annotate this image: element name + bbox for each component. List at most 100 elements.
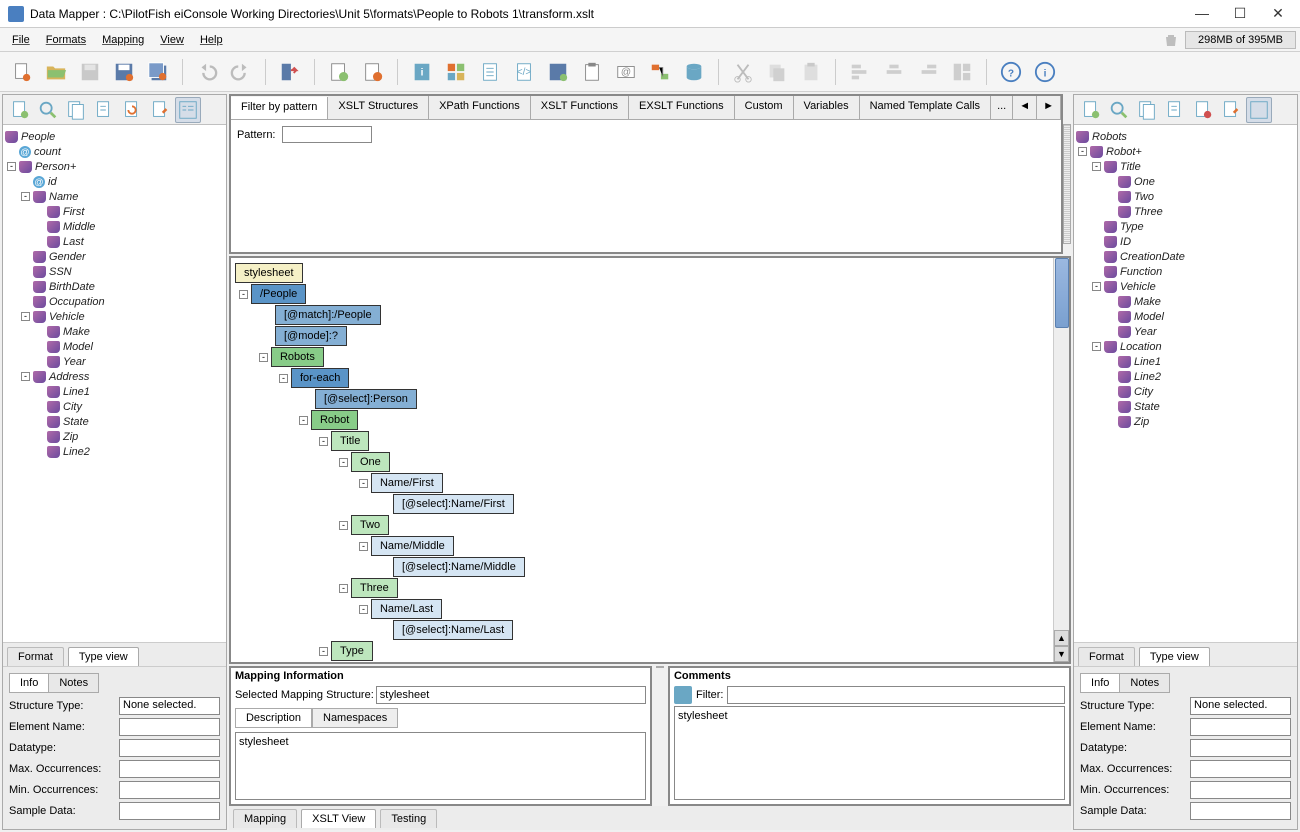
config-target-button[interactable] — [1162, 97, 1188, 123]
xslt-view-tab[interactable]: XSLT View — [301, 809, 376, 828]
menu-view[interactable]: View — [152, 31, 192, 49]
tab-scroll-right[interactable]: ► — [1037, 96, 1061, 119]
xslt-tree[interactable]: stylesheet -/People [@match]:/People [@m… — [231, 258, 1053, 662]
tree-node[interactable]: Zip — [63, 431, 78, 443]
tab-custom[interactable]: Custom — [735, 96, 794, 119]
tree-node[interactable]: Function — [1120, 266, 1162, 278]
tree-node[interactable]: Make — [63, 326, 90, 338]
xslt-robot[interactable]: Robot — [311, 410, 358, 430]
target-tree[interactable]: Robots -Robot+ -Title One Two Three Type… — [1074, 125, 1297, 642]
copy-target-button[interactable] — [1134, 97, 1160, 123]
filter-input[interactable] — [727, 686, 1065, 704]
tree-node[interactable]: Middle — [63, 221, 95, 233]
save-output-button[interactable] — [544, 58, 572, 86]
xslt-scrollbar[interactable]: ▲ ▼ — [1053, 258, 1069, 662]
xslt-sel-middle[interactable]: [@select]:Name/Middle — [393, 557, 525, 577]
maximize-button[interactable]: ☐ — [1230, 5, 1250, 22]
saveas-button[interactable] — [110, 58, 138, 86]
xslt-match[interactable]: [@match]:/People — [275, 305, 381, 325]
tree-view-target-button[interactable] — [1246, 97, 1272, 123]
close-button[interactable]: ✕ — [1268, 5, 1288, 22]
typeview-tab-r[interactable]: Type view — [1139, 647, 1210, 666]
info-button[interactable]: i — [408, 58, 436, 86]
format-tab[interactable]: Format — [7, 647, 64, 666]
mapinfo-drag-handle[interactable] — [656, 666, 664, 668]
menu-mapping[interactable]: Mapping — [94, 31, 152, 49]
tree-node[interactable]: BirthDate — [49, 281, 95, 293]
validate-target-button[interactable] — [1190, 97, 1216, 123]
align-left-button[interactable] — [846, 58, 874, 86]
edit-source-button[interactable] — [147, 97, 173, 123]
tree-node[interactable]: Model — [1134, 311, 1164, 323]
save-button[interactable] — [76, 58, 104, 86]
tree-node[interactable]: Line1 — [63, 386, 90, 398]
xslt-sel-first[interactable]: [@select]:Name/First — [393, 494, 514, 514]
xslt-people[interactable]: /People — [251, 284, 306, 304]
scroll-up-button[interactable]: ▲ — [1054, 630, 1069, 646]
description-tab[interactable]: Description — [235, 708, 312, 728]
sel-struct-input[interactable] — [376, 686, 646, 704]
flow-button[interactable] — [646, 58, 674, 86]
exit-button[interactable] — [276, 58, 304, 86]
tree-node[interactable]: One — [1134, 176, 1155, 188]
mapping-view-tab[interactable]: Mapping — [233, 809, 297, 828]
trash-icon[interactable] — [1163, 32, 1179, 48]
tab-exslt-functions[interactable]: EXSLT Functions — [629, 96, 735, 119]
palette-drag-handle[interactable] — [1063, 124, 1071, 244]
xslt-title[interactable]: Title — [331, 431, 369, 451]
xslt-type[interactable]: Type — [331, 641, 373, 661]
align-center-button[interactable] — [880, 58, 908, 86]
xslt-name-last[interactable]: Name/Last — [371, 599, 442, 619]
tree-node[interactable]: Robot+ — [1106, 146, 1142, 158]
tree-node[interactable]: ID — [1120, 236, 1131, 248]
minimize-button[interactable]: — — [1192, 5, 1212, 22]
comments-area[interactable]: stylesheet — [674, 706, 1065, 800]
xslt-sel-person[interactable]: [@select]:Person — [315, 389, 417, 409]
add-source-button[interactable] — [7, 97, 33, 123]
tree-node[interactable]: SSN — [49, 266, 72, 278]
cut-button[interactable] — [729, 58, 757, 86]
redo-button[interactable] — [227, 58, 255, 86]
email-button[interactable]: @ — [612, 58, 640, 86]
paste-button[interactable] — [797, 58, 825, 86]
typeview-tab[interactable]: Type view — [68, 647, 139, 666]
xslt-mode[interactable]: [@mode]:? — [275, 326, 347, 346]
help-button[interactable]: ? — [997, 58, 1025, 86]
tree-node[interactable]: State — [1134, 401, 1160, 413]
tree-node[interactable]: Person+ — [35, 161, 76, 173]
tab-more[interactable]: ... — [991, 96, 1013, 119]
info-tab-r[interactable]: Info — [1080, 673, 1120, 693]
xslt-stylesheet[interactable]: stylesheet — [235, 263, 303, 283]
clipboard-button[interactable] — [578, 58, 606, 86]
tree-node[interactable]: Line2 — [1134, 371, 1161, 383]
validate-button[interactable] — [325, 58, 353, 86]
tree-node[interactable]: State — [63, 416, 89, 428]
tree-node[interactable]: Address — [49, 371, 89, 383]
description-area[interactable]: stylesheet — [235, 732, 646, 800]
menu-help[interactable]: Help — [192, 31, 231, 49]
tree-node[interactable]: City — [63, 401, 82, 413]
scroll-down-button[interactable]: ▼ — [1054, 646, 1069, 662]
tree-node[interactable]: Vehicle — [1120, 281, 1156, 293]
tree-node[interactable]: Model — [63, 341, 93, 353]
tree-node[interactable]: Year — [1134, 326, 1157, 338]
database-button[interactable] — [680, 58, 708, 86]
xslt-sel-last[interactable]: [@select]:Name/Last — [393, 620, 513, 640]
search-source-button[interactable] — [35, 97, 61, 123]
notes-tab[interactable]: Notes — [49, 673, 99, 693]
pattern-input[interactable] — [282, 126, 372, 143]
tree-node[interactable]: Location — [1120, 341, 1162, 353]
xslt-robots[interactable]: Robots — [271, 347, 324, 367]
menu-formats[interactable]: Formats — [38, 31, 94, 49]
grid-button[interactable] — [442, 58, 470, 86]
tree-node[interactable]: Three — [1134, 206, 1163, 218]
xslt-one[interactable]: One — [351, 452, 390, 472]
tree-node[interactable]: First — [63, 206, 84, 218]
xslt-two[interactable]: Two — [351, 515, 389, 535]
edit-target-button[interactable] — [1218, 97, 1244, 123]
tree-node[interactable]: Year — [63, 356, 86, 368]
tree-attr[interactable]: count — [34, 146, 61, 158]
validate-config-button[interactable] — [359, 58, 387, 86]
tree-node[interactable]: Two — [1134, 191, 1154, 203]
tree-node[interactable]: Line2 — [63, 446, 90, 458]
